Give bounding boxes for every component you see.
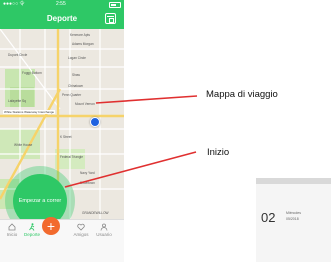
second-status-bar [256, 178, 331, 184]
annotation-map: Mappa di viaggio [206, 89, 278, 100]
date-month-year: 05/2018 [286, 217, 299, 221]
annotation-start: Inizio [207, 147, 230, 158]
second-screen: 02 Miércoles 05/2018 [256, 178, 331, 262]
date-day: 02 [261, 210, 276, 225]
date-weekday: Miércoles [286, 211, 301, 215]
map-pointer-line [95, 95, 198, 104]
start-pointer-line [64, 151, 197, 188]
